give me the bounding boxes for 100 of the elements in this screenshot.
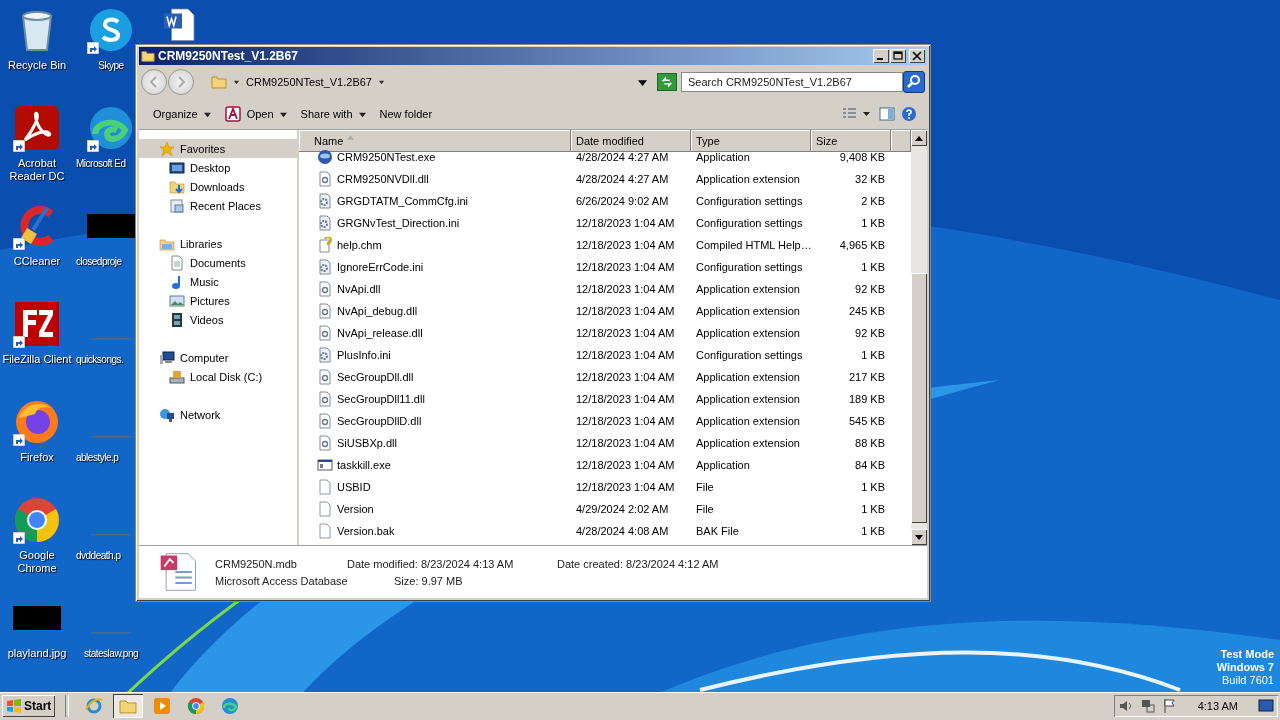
desktop-icon-label[interactable]: Microsoft Ed (76, 157, 126, 170)
file-size: Size: 9.97 MB (393, 574, 464, 587)
document-icon[interactable] (161, 6, 197, 42)
nav-item[interactable]: Music (139, 272, 297, 291)
column-header[interactable]: Date modified (571, 130, 691, 152)
caret-icon[interactable] (377, 78, 385, 86)
file-name[interactable]: IgnoreErrCode.ini (337, 261, 424, 273)
desktop-icon-label[interactable]: ablestyle.p (76, 451, 119, 464)
file-name[interactable]: USBID (337, 481, 371, 493)
desktop-icon-label[interactable]: Acrobat Reader DC (1, 157, 73, 183)
breadcrumb[interactable]: CRM9250NTest_V1.2B67 (246, 76, 372, 88)
nav-item[interactable]: Desktop (139, 158, 297, 177)
windows-logo-icon (6, 698, 22, 714)
file-name[interactable]: Version.bak (337, 525, 395, 537)
maximize-button[interactable] (890, 49, 906, 63)
chat-app-icon[interactable] (87, 6, 135, 54)
file-name[interactable]: CRM9250NVDll.dll (337, 173, 429, 185)
column-header[interactable]: Size (811, 130, 891, 152)
nav-item[interactable]: Documents (139, 253, 297, 272)
type-cell: Application extension (696, 437, 800, 449)
desktop-icon-label[interactable]: stateslaw.png (83, 647, 139, 660)
file-name[interactable]: NvApi.dll (337, 283, 381, 295)
show-desktop-button[interactable] (1258, 698, 1274, 714)
scroll-up-button[interactable] (911, 130, 927, 146)
document-app-icon[interactable] (13, 104, 61, 152)
filezilla-logo-icon[interactable] (13, 300, 61, 348)
desktop-icon-label[interactable]: playland.jpg (1, 647, 73, 660)
clock[interactable]: 4:13 AM (1197, 700, 1238, 712)
open-button[interactable]: Open (218, 103, 293, 125)
flag-icon[interactable] (1161, 698, 1178, 714)
desktop-icon-label[interactable]: dvddeath.p (76, 549, 121, 562)
nav-item[interactable]: Videos (139, 310, 297, 329)
file-name[interactable]: taskkill.exe (337, 459, 391, 471)
nav-item[interactable]: Libraries (139, 234, 297, 253)
file-name[interactable]: help.chm (337, 239, 382, 251)
scroll-down-button[interactable] (911, 529, 927, 545)
search-button[interactable] (903, 71, 925, 93)
nav-item[interactable]: Network (139, 405, 297, 424)
desktop-icon-label[interactable]: Firefox (1, 451, 73, 464)
recent-places-icon (169, 197, 185, 214)
start-button[interactable]: Start (2, 695, 56, 717)
nav-item[interactable]: Pictures (139, 291, 297, 310)
size-cell: 1 KB (861, 525, 885, 537)
scrollbar[interactable] (911, 130, 927, 545)
browser-icon[interactable] (13, 398, 61, 446)
caret-icon (358, 110, 366, 118)
organize-button[interactable]: Organize (147, 105, 217, 123)
nav-item[interactable]: Local Disk (C:) (139, 367, 297, 386)
desktop-icon-label[interactable]: quicksongs. (76, 353, 124, 366)
browser-icon[interactable] (87, 104, 135, 152)
new-folder-button[interactable]: New folder (373, 105, 439, 123)
nav-item[interactable]: Favorites (139, 139, 297, 158)
preview-pane-button[interactable] (877, 104, 897, 124)
file-name[interactable]: GRGNvTest_Direction.ini (337, 217, 460, 229)
date-cell: 12/18/2023 1:04 AM (576, 437, 675, 449)
scroll-thumb[interactable] (911, 273, 927, 523)
help-button[interactable] (899, 104, 919, 124)
minimize-button[interactable] (873, 49, 889, 63)
column-header[interactable]: Type (691, 130, 811, 152)
dropdown-caret-icon[interactable] (638, 77, 647, 87)
date-cell: 12/18/2023 1:04 AM (576, 327, 675, 339)
refresh-button[interactable] (657, 73, 677, 91)
file-name[interactable]: SiUSBXp.dll (337, 437, 397, 449)
monitor-icon (169, 159, 185, 176)
chrome-browser-icon[interactable] (13, 496, 61, 544)
nav-item[interactable]: Computer (139, 348, 297, 367)
column-header[interactable]: Name (299, 130, 571, 152)
browser-icon (220, 696, 241, 716)
file-name[interactable]: SecGroupDll.dll (337, 371, 414, 383)
type-cell: Application extension (696, 371, 800, 383)
type-cell: Application extension (696, 415, 800, 427)
close-button[interactable] (909, 49, 925, 63)
file-name[interactable]: GRGDTATM_CommCfg.ini (337, 195, 468, 207)
desktop-icon-label[interactable]: Skype (98, 59, 124, 72)
file-name[interactable]: Version (337, 503, 374, 515)
file-name[interactable]: NvApi_debug.dll (337, 305, 418, 317)
file-name[interactable]: CRM9250NTest.exe (337, 151, 436, 163)
search-field[interactable]: Search CRM9250NTest_V1.2B67 (681, 72, 903, 92)
desktop-icon-label[interactable]: closedproje (76, 255, 122, 268)
help-icon (901, 106, 917, 122)
file-name[interactable]: PlusInfo.ini (337, 349, 391, 361)
file-name[interactable]: SecGroupDll11.dll (337, 393, 425, 405)
caret-icon[interactable] (233, 78, 240, 86)
desktop-icon-label[interactable]: FileZilla Client (1, 353, 73, 366)
size-cell: 88 KB (855, 437, 885, 449)
size-cell: 1 KB (861, 217, 885, 229)
nav-item[interactable]: Recent Places (139, 196, 297, 215)
desktop-icon-label[interactable]: CCleaner (1, 255, 73, 268)
date-cell: 12/18/2023 1:04 AM (576, 481, 675, 493)
desktop-icon-label[interactable]: Google Chrome (1, 549, 73, 575)
desktop-icon-label[interactable]: Recycle Bin (1, 59, 73, 72)
size-cell: 32 KB (855, 173, 885, 185)
share-button[interactable]: Share with (294, 105, 372, 123)
speaker-icon[interactable] (1117, 698, 1134, 714)
folder-taskbar-button[interactable] (113, 694, 144, 718)
size-cell: 2 KB (861, 195, 885, 207)
file-name[interactable]: NvApi_release.dll (337, 327, 423, 339)
network-icon[interactable] (1139, 698, 1156, 714)
nav-item[interactable]: Downloads (139, 177, 297, 196)
file-name[interactable]: SecGroupDllD.dll (337, 415, 422, 427)
